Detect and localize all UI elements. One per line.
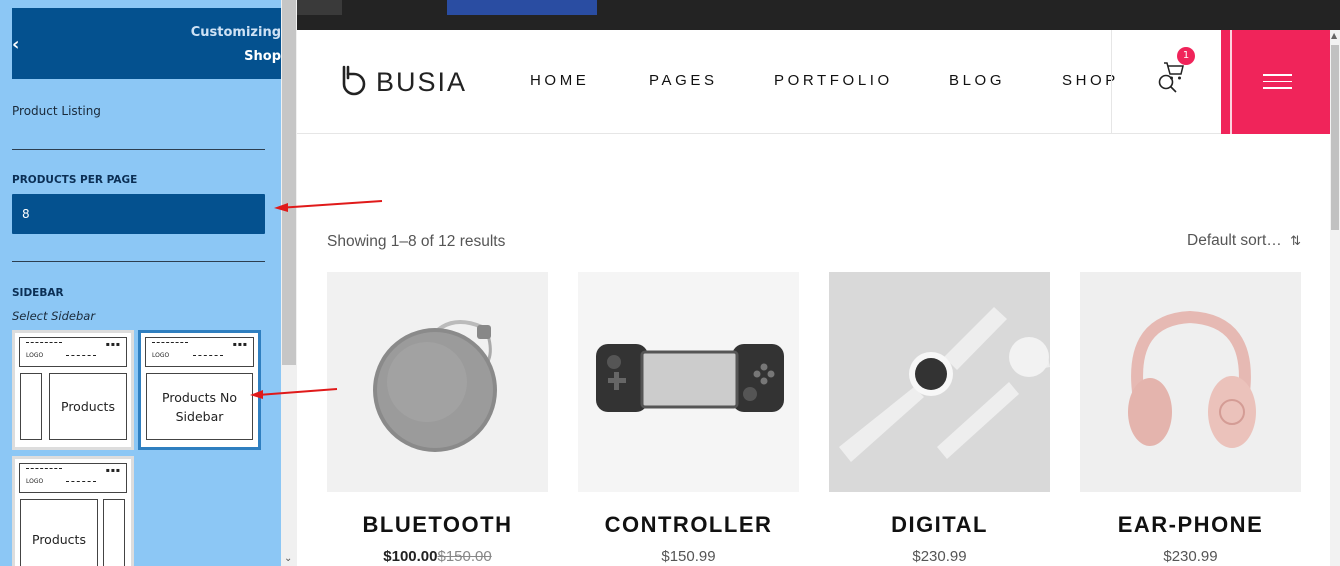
old-price: $150.00 [437, 548, 492, 565]
sort-select[interactable]: Default sort… ⇅ [1187, 232, 1301, 250]
product-image-controller[interactable] [578, 272, 799, 492]
top-toolbar [297, 0, 1340, 30]
current-price: $150.99 [661, 548, 716, 565]
product-price: $100.00$150.00 [327, 548, 548, 565]
nav-portfolio[interactable]: PORTFOLIO [774, 72, 893, 89]
product-price: $230.99 [829, 548, 1050, 565]
sort-arrows-icon: ⇅ [1290, 233, 1301, 248]
product-price: $150.99 [578, 548, 799, 565]
current-price: $100.00 [383, 548, 438, 565]
divider [12, 261, 265, 262]
layout-option-left-sidebar[interactable]: LOGO ▪▪▪ Products [12, 330, 134, 450]
preview-scrollbar[interactable] [1330, 30, 1340, 566]
back-chevron-icon[interactable]: ‹ [12, 34, 19, 55]
divider [12, 149, 265, 150]
product-name[interactable]: BLUETOOTH [327, 512, 548, 538]
product-card[interactable]: BLUETOOTH $100.00$150.00 [327, 272, 548, 565]
layout-option-right-sidebar[interactable]: LOGO ▪▪▪ Products [12, 456, 134, 566]
thumb-header: LOGO ▪▪▪ [19, 463, 127, 493]
product-card[interactable]: EAR-PHONE $230.99 [1080, 272, 1301, 565]
product-price: $230.99 [1080, 548, 1301, 565]
section-title: Product Listing [12, 104, 101, 118]
speaker-image [373, 320, 497, 452]
product-image-speaker[interactable] [327, 272, 548, 492]
scrollbar-thumb[interactable] [1331, 45, 1339, 230]
thumb-sidebar [103, 499, 125, 566]
thumb-header: LOGO ▪▪▪ [145, 337, 254, 367]
nav-blog[interactable]: BLOG [949, 72, 1005, 89]
toolbar-publish-button[interactable] [447, 0, 597, 15]
product-image-watch[interactable] [829, 272, 1050, 492]
sidebar-label: SIDEBAR [12, 287, 64, 299]
watch-image [839, 307, 1050, 462]
product-card[interactable]: CONTROLLER $150.99 [578, 272, 799, 565]
controller-image [596, 344, 784, 412]
hamburger-icon [1263, 74, 1292, 94]
product-name[interactable]: DIGITAL [829, 512, 1050, 538]
cart-count-badge: 1 [1177, 47, 1195, 65]
layout-option-no-sidebar[interactable]: LOGO ▪▪▪ Products No Sidebar [138, 330, 261, 450]
customizer-title: Customizing [190, 25, 281, 40]
thumb-sidebar [20, 373, 42, 440]
nav-home[interactable]: HOME [530, 72, 589, 89]
headphone-image [1128, 310, 1256, 448]
customizer-scrollbar[interactable]: ⌄ [281, 0, 297, 566]
thumb-products-label: Products [49, 373, 127, 440]
toolbar-button[interactable] [297, 0, 342, 15]
product-name[interactable]: CONTROLLER [578, 512, 799, 538]
site-preview: BUSIA HOME PAGES PORTFOLIO BLOG SHOP 1 S… [297, 30, 1330, 566]
header-divider [1111, 30, 1112, 134]
product-name[interactable]: EAR-PHONE [1080, 512, 1301, 538]
current-price: $230.99 [1163, 548, 1218, 565]
site-header: BUSIA HOME PAGES PORTFOLIO BLOG SHOP 1 [297, 30, 1330, 134]
thumb-products-label: Products [20, 499, 98, 566]
select-sidebar-label: Select Sidebar [12, 309, 96, 323]
thumb-header: LOGO ▪▪▪ [19, 337, 127, 367]
scroll-down-icon[interactable]: ⌄ [284, 553, 292, 564]
customizer-header: ‹ Customizing Shop [12, 8, 281, 79]
site-logo[interactable]: BUSIA [338, 64, 467, 100]
product-card[interactable]: DIGITAL $230.99 [829, 272, 1050, 565]
current-price: $230.99 [912, 548, 967, 565]
product-image-headphone[interactable] [1080, 272, 1301, 492]
thumb-products-no-sidebar-label: Products No Sidebar [146, 373, 253, 440]
logo-text: BUSIA [376, 66, 468, 97]
nav-pages[interactable]: PAGES [649, 72, 718, 89]
sort-value: Default sort… [1187, 232, 1282, 249]
scrollbar-thumb[interactable] [282, 0, 296, 365]
products-per-page-label: PRODUCTS PER PAGE [12, 174, 138, 186]
scroll-up-icon[interactable]: ▲ [1331, 31, 1337, 40]
busia-logo-icon [342, 65, 366, 96]
customizer-panel: ‹ Customizing Shop Product Listing PRODU… [0, 0, 281, 566]
products-per-page-input[interactable]: 8 [12, 194, 265, 234]
result-count: Showing 1–8 of 12 results [327, 233, 506, 250]
hamburger-menu-button[interactable] [1221, 30, 1330, 134]
customizer-subtitle: Shop [244, 49, 281, 64]
